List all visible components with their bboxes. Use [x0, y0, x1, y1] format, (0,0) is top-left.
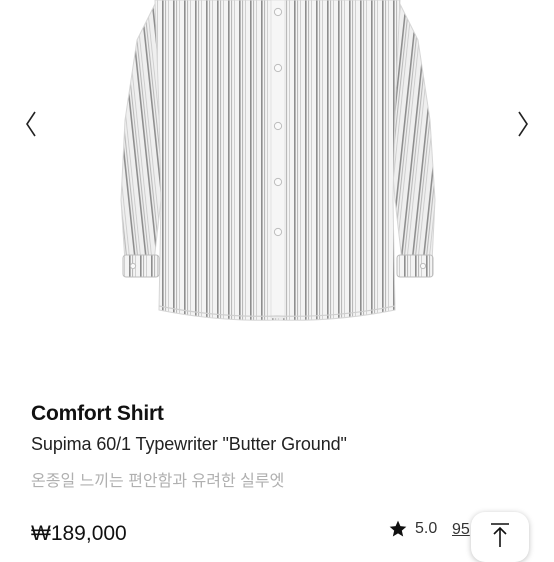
- product-name: Comfort Shirt: [31, 402, 164, 425]
- review-count-link[interactable]: 95: [452, 521, 470, 539]
- product-image-shirt: [120, 0, 436, 321]
- next-image-button[interactable]: [511, 104, 535, 144]
- chevron-left-icon: [26, 111, 36, 137]
- product-image-gallery: [0, 0, 554, 375]
- product-rating: 5.0: [388, 519, 437, 539]
- arrow-up-to-top-icon: [491, 523, 509, 547]
- product-price: ₩189,000: [31, 522, 127, 545]
- previous-image-button[interactable]: [19, 104, 43, 144]
- chevron-right-icon: [518, 111, 528, 137]
- scroll-to-top-button[interactable]: [471, 512, 529, 562]
- product-tagline: 온종일 느끼는 편안함과 유려한 실루엣: [31, 473, 285, 490]
- star-icon: [389, 520, 407, 537]
- product-subtitle: Supima 60/1 Typewriter "Butter Ground": [31, 434, 347, 454]
- rating-value: 5.0: [415, 520, 438, 537]
